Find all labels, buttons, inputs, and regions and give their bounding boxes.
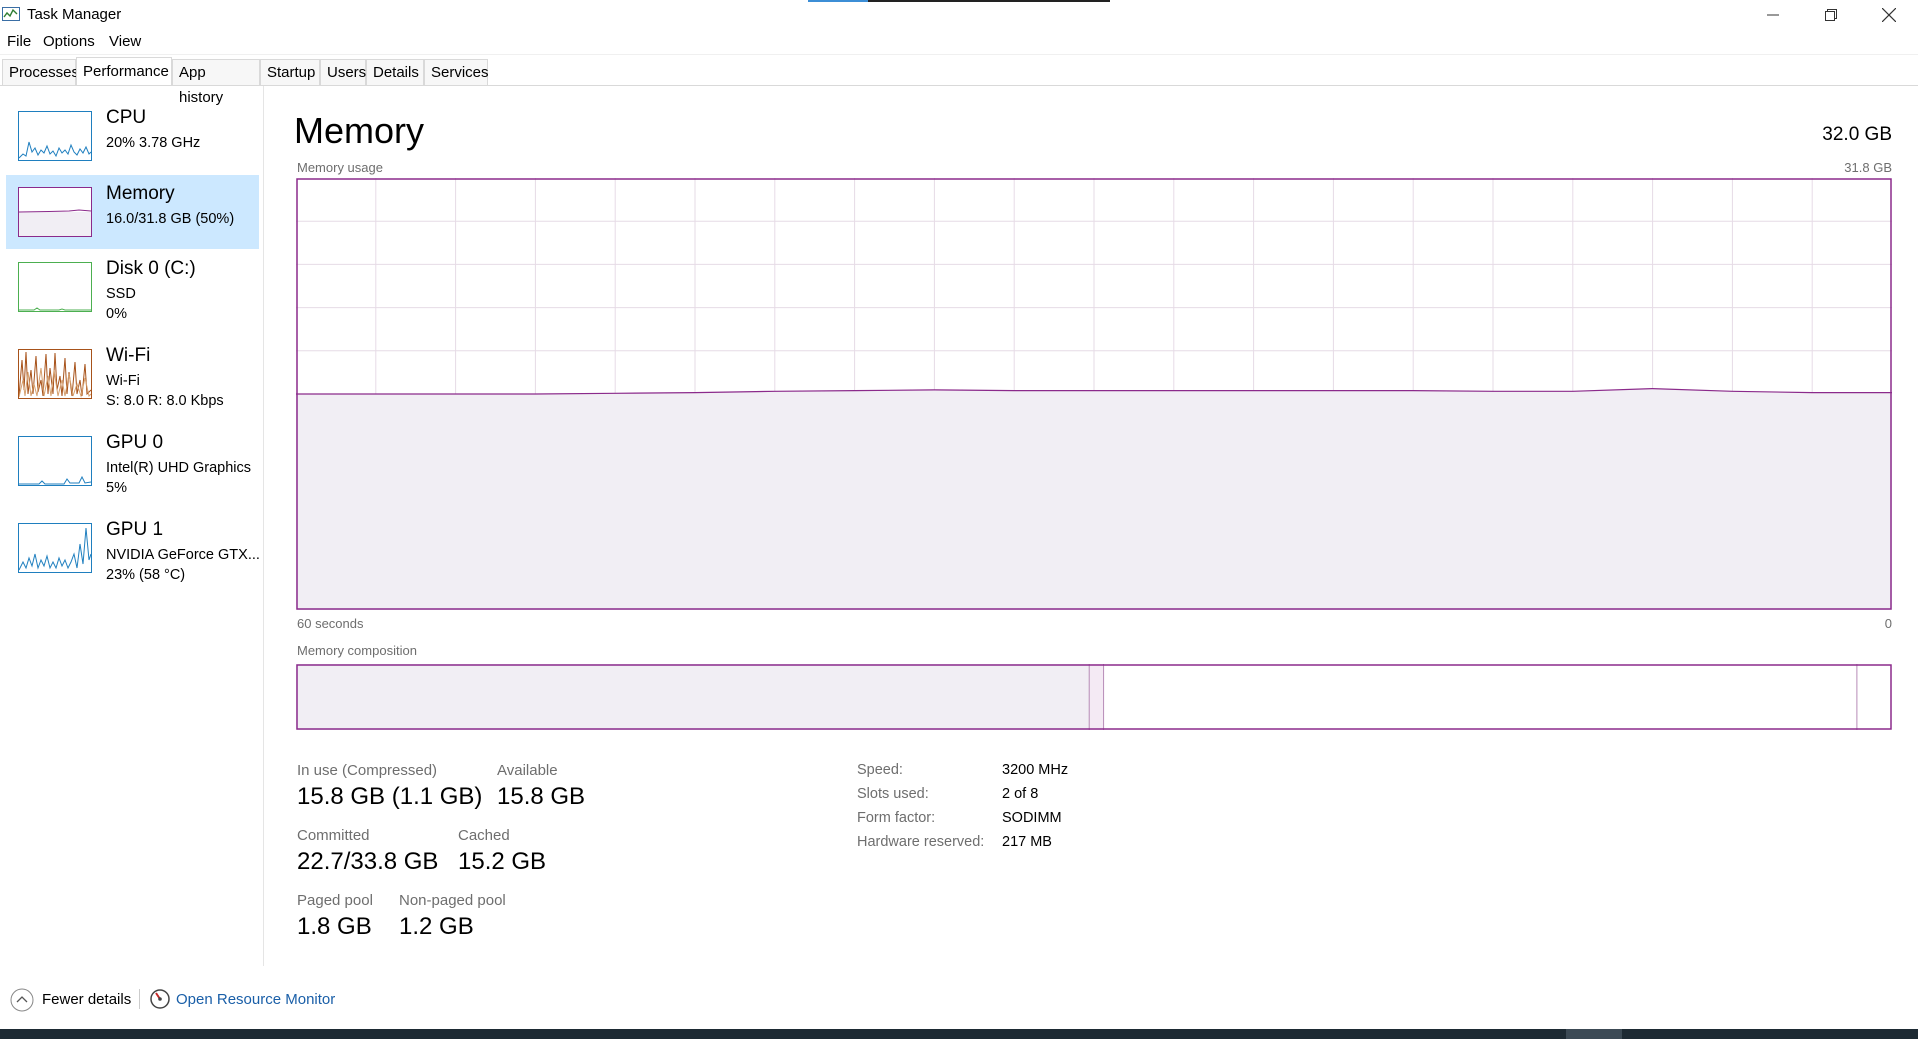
tab-users[interactable]: Users [320,59,366,85]
speed-label: Speed: [857,762,903,778]
fewer-details-chevron-icon[interactable] [10,988,34,1012]
sidebar-name: CPU [106,107,147,128]
memory-usage-label: Memory usage [297,160,383,175]
sidebar-item-wifi[interactable]: Wi-Fi Wi-Fi S: 8.0 R: 8.0 Kbps [6,337,259,411]
memory-composition-bar [296,664,1892,730]
slots-used-value: 2 of 8 [1002,786,1039,802]
footer-divider [139,989,140,1009]
page-title: Memory [294,110,425,151]
sidebar-item-disk[interactable]: Disk 0 (C:) SSD 0% [6,250,259,324]
memory-total: 32.0 GB [1822,124,1892,145]
close-button[interactable] [1860,0,1918,30]
in-use-label: In use (Compressed) [297,762,438,779]
non-paged-pool-label: Non-paged pool [399,892,506,909]
title-bar: Task Manager [0,0,1918,30]
tab-details[interactable]: Details [366,59,424,85]
sidebar-detail-2: 5% [106,480,127,496]
available-value: 15.8 GB [497,783,586,810]
sidebar-detail: 16.0/31.8 GB (50%) [106,211,235,227]
gpu1-thumbnail-graph [18,523,92,573]
menu-options[interactable]: Options [43,33,95,50]
memory-usage-area [296,388,1892,610]
menu-view[interactable]: View [109,33,141,50]
form-factor-label: Form factor: [857,810,936,826]
gpu0-thumbnail-graph [18,436,92,486]
memory-thumbnail-graph [18,187,92,237]
hardware-reserved-label: Hardware reserved: [857,834,985,850]
cached-value: 15.2 GB [458,848,547,875]
sidebar-name: GPU 0 [106,432,164,453]
taskbar [0,1029,1918,1039]
sidebar-item-gpu1[interactable]: GPU 1 NVIDIA GeForce GTX... 23% (58 °C) [6,511,260,585]
tab-bar: Processes Performance App history Startu… [0,57,1918,106]
restore-icon [1825,9,1837,21]
tab-app-history[interactable]: App history [172,59,260,106]
sidebar-item-memory[interactable]: Memory 16.0/31.8 GB (50%) [6,175,259,249]
sidebar-detail-2: 23% (58 °C) [106,567,186,583]
sidebar-item-cpu[interactable]: CPU 20% 3.78 GHz [6,99,259,173]
sidebar-item-gpu0[interactable]: GPU 0 Intel(R) UHD Graphics 5% [6,424,259,498]
speed-value: 3200 MHz [1002,762,1069,778]
hardware-reserved-value: 217 MB [1002,834,1052,850]
tab-processes[interactable]: Processes [2,59,79,85]
composition-in-use [296,664,1090,730]
composition-modified [1089,664,1104,730]
menu-bar: File Options View [0,30,1918,55]
memory-usage-max: 31.8 GB [1844,160,1892,175]
open-resource-monitor-link[interactable]: Open Resource Monitor [176,991,335,1008]
taskbar-active-item[interactable] [1566,1029,1622,1039]
memory-usage-chart [296,178,1892,610]
sidebar-detail-2: 0% [106,306,127,322]
minimize-icon [1767,14,1779,16]
performance-sidebar: CPU 20% 3.78 GHz Memory 16.0/31.8 GB (50… [0,86,264,966]
disk-thumbnail-graph [18,262,92,312]
tab-services[interactable]: Services [424,59,489,85]
time-axis-start: 60 seconds [297,616,364,631]
tab-performance[interactable]: Performance [76,57,172,85]
time-axis-end: 0 [1884,616,1892,631]
resource-monitor-icon[interactable] [149,988,171,1010]
close-icon [1882,8,1896,22]
memory-composition-label: Memory composition [297,643,417,658]
form-factor-value: SODIMM [1002,810,1062,826]
title-accent-bar [808,0,1110,2]
footer-bar: Fewer details Open Resource Monitor [0,985,1918,1015]
sidebar-name: GPU 1 [106,519,164,540]
cpu-thumbnail-graph [18,111,92,161]
sidebar-name: Memory [106,183,175,204]
in-use-value: 15.8 GB (1.1 GB) [297,783,483,810]
sidebar-name: Wi-Fi [106,345,151,366]
committed-value: 22.7/33.8 GB [297,848,439,875]
sidebar-name: Disk 0 (C:) [106,258,196,279]
tab-startup[interactable]: Startup [260,59,320,85]
available-label: Available [497,762,558,779]
paged-pool-label: Paged pool [297,892,373,909]
restore-button[interactable] [1802,0,1860,30]
slots-used-label: Slots used: [857,786,929,802]
sidebar-detail: Intel(R) UHD Graphics [106,460,252,476]
sidebar-detail: Wi-Fi [106,373,140,389]
wifi-thumbnail-graph [18,349,92,399]
committed-label: Committed [297,827,370,844]
sidebar-detail: SSD [106,286,136,302]
sidebar-detail: 20% 3.78 GHz [106,135,201,151]
non-paged-pool-value: 1.2 GB [399,913,474,940]
cached-label: Cached [458,827,510,844]
paged-pool-value: 1.8 GB [297,913,372,940]
minimize-button[interactable] [1744,0,1802,30]
task-manager-icon [2,6,20,22]
memory-panel: Memory 32.0 GB Memory usage 31.8 GB 60 s… [264,86,1918,966]
sidebar-detail-2: S: 8.0 R: 8.0 Kbps [106,393,224,409]
menu-file[interactable]: File [7,33,31,50]
window-title: Task Manager [27,6,122,23]
sidebar-detail: NVIDIA GeForce GTX... [106,547,260,563]
fewer-details-link[interactable]: Fewer details [42,991,131,1008]
